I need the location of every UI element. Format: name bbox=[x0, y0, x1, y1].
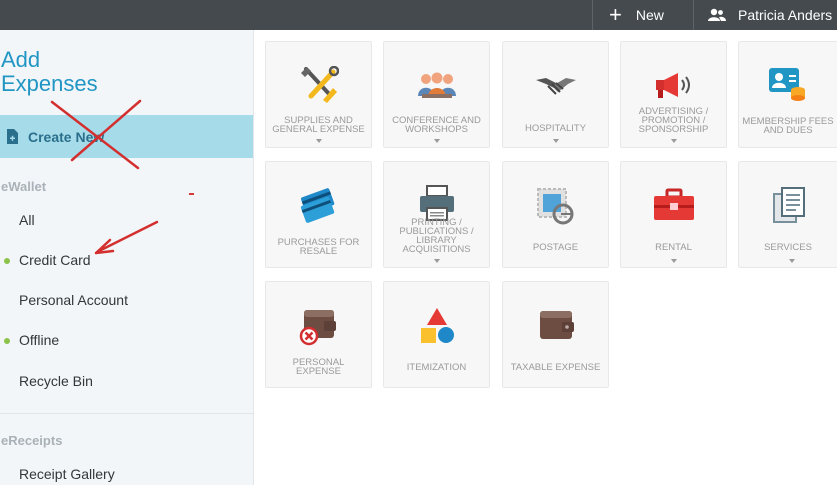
tile-label: POSTAGE bbox=[532, 242, 579, 253]
chevron-down-icon bbox=[315, 139, 322, 143]
tile-label: RESALE bbox=[299, 246, 338, 257]
chevron-down-icon bbox=[789, 259, 795, 263]
topbar-divider bbox=[592, 0, 593, 30]
sidebar-item-recycle-bin[interactable]: Recycle Bin bbox=[19, 373, 93, 389]
page-title: Add Expenses bbox=[1, 48, 98, 96]
tile-postage[interactable]: POSTAGE bbox=[502, 161, 609, 268]
topbar-divider bbox=[693, 0, 694, 30]
tile-label: AND DUES bbox=[763, 125, 813, 136]
shapes-icon bbox=[420, 308, 454, 343]
user-name: Patricia Anders bbox=[738, 7, 833, 23]
tile-label: GENERAL EXPENSE bbox=[272, 124, 365, 135]
tile-taxable-expense[interactable]: TAXABLE EXPENSE bbox=[502, 281, 609, 388]
ewallet-section-label: eWallet bbox=[1, 179, 47, 194]
tile-supplies-general-expense[interactable]: SUPPLIES AND GENERAL EXPENSE bbox=[265, 41, 372, 148]
users-icon bbox=[708, 8, 726, 21]
people-icon bbox=[417, 72, 456, 98]
credit-cards-icon bbox=[300, 188, 334, 223]
tile-label: ITEMIZATION bbox=[406, 362, 467, 373]
documents-icon bbox=[773, 187, 805, 223]
chevron-down-icon bbox=[670, 259, 677, 263]
sidebar-item-personal-account[interactable]: Personal Account bbox=[19, 292, 128, 308]
tile-label: RENTAL bbox=[655, 242, 692, 253]
tile-membership-fees-dues[interactable]: MEMBERSHIP FEES AND DUES bbox=[738, 41, 837, 148]
ereceipts-section-label: eReceipts bbox=[1, 433, 63, 448]
chevron-down-icon bbox=[670, 139, 677, 143]
stamp-icon bbox=[536, 188, 573, 225]
create-new-button[interactable]: Create New bbox=[0, 115, 253, 158]
chevron-down-icon bbox=[433, 259, 440, 263]
tile-rental[interactable]: RENTAL bbox=[620, 161, 727, 268]
tile-hospitality[interactable]: HOSPITALITY bbox=[502, 41, 609, 148]
chevron-down-icon bbox=[552, 139, 559, 143]
tools-icon bbox=[300, 66, 339, 103]
tile-services[interactable]: SERVICES bbox=[738, 161, 837, 268]
tile-label: WORKSHOPS bbox=[405, 124, 468, 135]
sidebar-item-offline[interactable]: Offline bbox=[19, 332, 59, 348]
tile-advertising-promotion-sponsorship[interactable]: ADVERTISING / PROMOTION / SPONSORSHIP bbox=[620, 41, 727, 148]
document-add-icon bbox=[7, 129, 18, 144]
tile-itemization[interactable]: ITEMIZATION bbox=[383, 281, 490, 388]
handshake-icon bbox=[535, 78, 576, 95]
sidebar-item-receipt-gallery[interactable]: Receipt Gallery bbox=[19, 466, 115, 482]
tile-label: HOSPITALITY bbox=[524, 123, 587, 134]
tile-label: ACQUISITIONS bbox=[402, 244, 471, 255]
new-button-label: New bbox=[635, 7, 664, 23]
tile-printing-publications[interactable]: PRINTING / PUBLICATIONS / LIBRARY ACQUIS… bbox=[383, 161, 490, 268]
sidebar-item-all[interactable]: All bbox=[19, 212, 35, 228]
sidebar: Add Expenses Create New eWallet All Cred… bbox=[0, 30, 254, 485]
annotation-mark bbox=[189, 193, 194, 195]
plus-icon: + bbox=[609, 2, 622, 27]
chevron-down-icon bbox=[433, 139, 440, 143]
tile-label: SERVICES bbox=[764, 242, 812, 253]
new-button[interactable]: + New bbox=[600, 0, 664, 30]
tile-label: EXPENSE bbox=[296, 366, 341, 377]
wallet-icon bbox=[539, 311, 574, 339]
create-new-label: Create New bbox=[28, 128, 105, 145]
status-dot bbox=[4, 338, 10, 344]
sidebar-divider bbox=[0, 413, 253, 414]
sidebar-item-credit-card[interactable]: Credit Card bbox=[19, 252, 91, 268]
toolbox-icon bbox=[653, 188, 694, 220]
tile-conference-workshops[interactable]: CONFERENCE AND WORKSHOPS bbox=[383, 41, 490, 148]
membership-card-icon bbox=[769, 68, 805, 101]
tile-label: SPONSORSHIP bbox=[638, 124, 709, 135]
top-bar: + New Patricia Anders bbox=[0, 0, 837, 30]
tile-label: TAXABLE EXPENSE bbox=[510, 362, 601, 373]
page-title-line1: Add bbox=[1, 47, 41, 72]
page-title-line2: Expenses bbox=[1, 71, 98, 96]
personal-wallet-icon bbox=[299, 310, 336, 346]
tile-personal-expense[interactable]: PERSONAL EXPENSE bbox=[265, 281, 372, 388]
megaphone-icon bbox=[655, 73, 690, 98]
tile-purchases-for-resale[interactable]: PURCHASES FOR RESALE bbox=[265, 161, 372, 268]
user-menu[interactable]: Patricia Anders bbox=[708, 0, 832, 30]
status-dot bbox=[4, 258, 10, 264]
